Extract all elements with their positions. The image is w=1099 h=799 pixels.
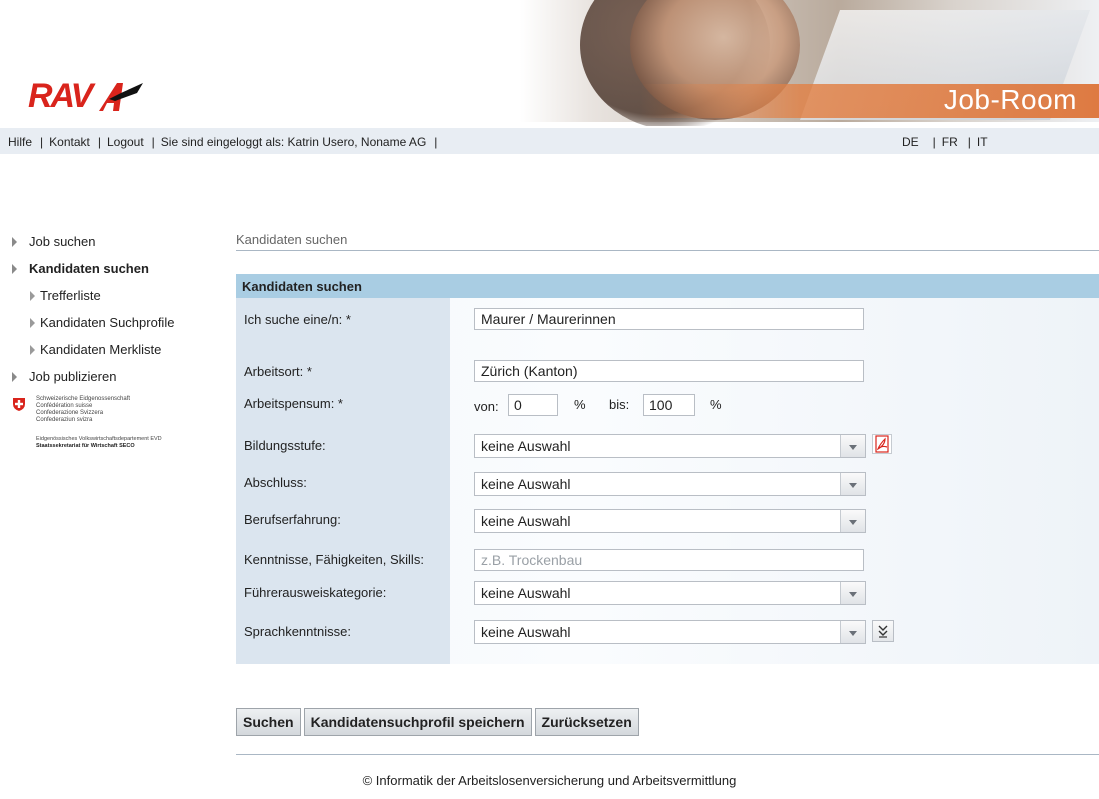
seco-logo[interactable]: Eidgenössisches Volkswirtschaftsdepartem… bbox=[36, 436, 222, 450]
logo-text: RAV bbox=[28, 77, 93, 115]
beruf-label: Ich suche eine/n: * bbox=[244, 312, 351, 327]
language-de[interactable]: DE bbox=[902, 135, 919, 149]
search-form-panel: Kandidaten suchen Ich suche eine/n: * Ma… bbox=[236, 274, 1099, 664]
arrow-right-icon bbox=[12, 371, 17, 382]
chevron-down-icon[interactable] bbox=[840, 621, 865, 643]
erfahrung-select[interactable]: keine Auswahl bbox=[474, 509, 866, 533]
erfahrung-label: Berufserfahrung: bbox=[244, 512, 341, 527]
search-button[interactable]: Suchen bbox=[236, 708, 301, 736]
sidebar-item-job-suchen[interactable]: Job suchen bbox=[12, 228, 222, 255]
sidebar-item-job-publizieren[interactable]: Job publizieren bbox=[12, 363, 222, 390]
sidebar-item-merkliste[interactable]: Kandidaten Merkliste bbox=[12, 336, 222, 363]
header-banner: Job-Room RAV bbox=[0, 0, 1099, 126]
reset-button[interactable]: Zurücksetzen bbox=[534, 708, 639, 736]
breadcrumb: Kandidaten suchen bbox=[236, 232, 348, 247]
chevron-down-icon[interactable] bbox=[840, 435, 865, 457]
logged-in-user: Sie sind eingeloggt als: Katrin Usero, N… bbox=[160, 135, 427, 149]
footer-divider bbox=[236, 754, 1099, 755]
arrow-right-icon bbox=[30, 344, 35, 355]
brand-title: Job-Room bbox=[943, 84, 1077, 115]
arrow-right-icon bbox=[30, 317, 35, 328]
fuehrerausweis-label: Führerausweiskategorie: bbox=[244, 585, 387, 600]
confederation-fr: Confédération suisse bbox=[36, 403, 93, 409]
sidebar-item-suchprofile[interactable]: Kandidaten Suchprofile bbox=[12, 309, 222, 336]
department-name: Eidgenössisches Volkswirtschaftsdepartem… bbox=[36, 436, 162, 442]
help-link[interactable]: Hilfe bbox=[8, 135, 32, 149]
sprache-label: Sprachkenntnisse: bbox=[244, 624, 351, 639]
arrow-right-icon bbox=[12, 263, 17, 274]
logout-link[interactable]: Logout bbox=[107, 135, 144, 149]
beruf-input[interactable]: Maurer / Maurerinnen bbox=[474, 308, 864, 330]
panel-title: Kandidaten suchen bbox=[242, 279, 362, 294]
contact-link[interactable]: Kontakt bbox=[49, 135, 90, 149]
language-it[interactable]: IT bbox=[977, 135, 988, 149]
pensum-bis-input[interactable]: 100 bbox=[643, 394, 695, 416]
pensum-von-input[interactable]: 0 bbox=[508, 394, 558, 416]
pensum-bis-label: bis: bbox=[609, 397, 630, 412]
pensum-unit-bis: % bbox=[710, 397, 722, 412]
skills-label: Kenntnisse, Fähigkeiten, Skills: bbox=[244, 552, 424, 567]
bildung-select[interactable]: keine Auswahl bbox=[474, 434, 866, 458]
confederation-de: Schweizerische Eidgenossenschaft bbox=[36, 396, 131, 402]
abschluss-label: Abschluss: bbox=[244, 475, 307, 490]
sidebar: Job suchen Kandidaten suchen Trefferlist… bbox=[12, 228, 222, 450]
top-navigation: Hilfe | Kontakt | Logout | Sie sind eing… bbox=[0, 128, 1099, 154]
pensum-von-label: von: bbox=[474, 399, 499, 414]
confederation-it: Confederazione Svizzera bbox=[36, 410, 104, 416]
seco-name: Staatssekretariat für Wirtschaft SECO bbox=[36, 443, 135, 449]
logo-a-icon bbox=[99, 83, 144, 111]
bildung-label: Bildungsstufe: bbox=[244, 438, 326, 453]
chevron-down-icon[interactable] bbox=[840, 473, 865, 495]
rav-logo[interactable]: RAV bbox=[28, 73, 145, 113]
sidebar-item-kandidaten-suchen[interactable]: Kandidaten suchen bbox=[12, 255, 222, 282]
pdf-icon[interactable] bbox=[872, 434, 892, 454]
footer-copyright: © Informatik der Arbeitslosenversicherun… bbox=[362, 773, 737, 788]
sprache-select[interactable]: keine Auswahl bbox=[474, 620, 866, 644]
panel-header: Kandidaten suchen bbox=[236, 274, 1099, 298]
arrow-right-icon bbox=[30, 290, 35, 301]
fuehrerausweis-select[interactable]: keine Auswahl bbox=[474, 581, 866, 605]
arbeitsort-input[interactable]: Zürich (Kanton) bbox=[474, 360, 864, 382]
chevron-down-icon[interactable] bbox=[840, 510, 865, 532]
swiss-shield-icon bbox=[13, 398, 25, 411]
sidebar-item-trefferliste[interactable]: Trefferliste bbox=[12, 282, 222, 309]
pensum-unit-von: % bbox=[574, 397, 586, 412]
chevron-down-icon[interactable] bbox=[840, 582, 865, 604]
skills-input[interactable]: z.B. Trockenbau bbox=[474, 549, 864, 571]
language-fr[interactable]: FR bbox=[942, 135, 958, 149]
arbeitsort-label: Arbeitsort: * bbox=[244, 364, 312, 379]
divider bbox=[236, 250, 1099, 251]
save-profile-button[interactable]: Kandidatensuchprofil speichern bbox=[303, 708, 532, 736]
form-actions: Suchen Kandidatensuchprofil speichern Zu… bbox=[236, 708, 642, 736]
abschluss-select[interactable]: keine Auswahl bbox=[474, 472, 866, 496]
confederation-rm: Confederaziun svizra bbox=[36, 417, 93, 423]
pensum-label: Arbeitspensum: * bbox=[244, 396, 343, 411]
arrow-right-icon bbox=[12, 236, 17, 247]
expand-more-icon[interactable] bbox=[872, 620, 894, 642]
swiss-confederation-logo[interactable]: Schweizerische Eidgenossenschaft Confédé… bbox=[12, 396, 222, 424]
